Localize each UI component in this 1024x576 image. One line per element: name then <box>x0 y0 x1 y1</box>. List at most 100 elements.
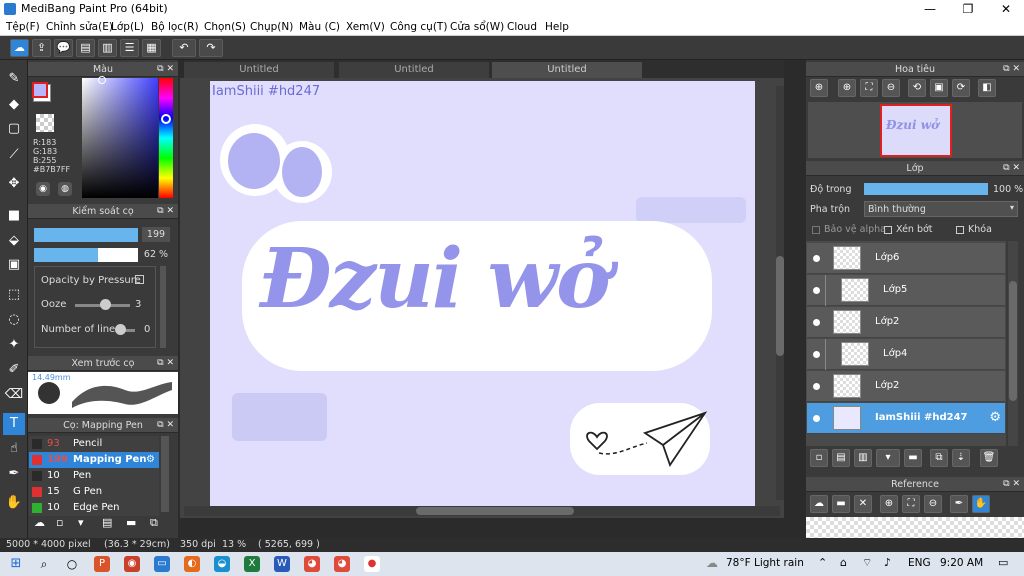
panel-controls-icon[interactable]: ⧉ ✕ <box>1003 62 1020 77</box>
layer-scroll-thumb[interactable] <box>1009 281 1017 401</box>
vertical-scrollbar[interactable] <box>776 86 784 500</box>
tab-untitled-3[interactable]: Untitled <box>492 62 642 78</box>
reference-close-icon[interactable]: ✕ <box>854 495 872 513</box>
volume-icon[interactable]: ♪ <box>884 556 891 569</box>
monitor-icon[interactable]: ▭ <box>154 556 170 572</box>
move-tool-icon[interactable]: ✥ <box>3 173 25 195</box>
brush-item[interactable]: 10 Edge Pen <box>29 500 159 516</box>
reference-zoom-in-icon[interactable]: ⊕ <box>880 495 898 513</box>
layer-row[interactable]: Lớp2 <box>807 371 1005 402</box>
brush-tool-icon[interactable]: ✎ <box>3 68 25 90</box>
reference-hand-icon[interactable]: ✋ <box>972 495 990 513</box>
network-icon[interactable]: ⌂ <box>840 556 847 569</box>
visibility-eye-icon[interactable] <box>813 255 820 262</box>
comment-icon[interactable]: ▤ <box>76 39 95 57</box>
lines-handle[interactable] <box>115 324 126 335</box>
lock-checkbox[interactable] <box>956 226 964 234</box>
upload-icon[interactable]: ⇪ <box>32 39 51 57</box>
brush-list-scrollbar[interactable] <box>161 436 169 512</box>
weather-text[interactable]: 78°F Light rain <box>726 557 804 569</box>
reference-open-icon[interactable]: ▬ <box>832 495 850 513</box>
maximize-button[interactable]: ❐ <box>950 0 986 18</box>
magic-wand-icon[interactable]: ✦ <box>3 334 25 356</box>
list-icon[interactable]: ☰ <box>120 39 139 57</box>
gradient-tool-icon[interactable]: ▣ <box>3 254 25 276</box>
language-indicator[interactable]: ENG <box>908 557 931 569</box>
zoom-in-alt-icon[interactable]: ⊕ <box>838 79 856 97</box>
layer-row[interactable]: Lớp5 <box>807 275 1005 306</box>
bucket-tool-icon[interactable]: ⬙ <box>3 230 25 252</box>
brush-options-scrollbar[interactable] <box>160 266 166 348</box>
lasso-tool-icon[interactable]: ◌ <box>3 309 25 331</box>
brush-settings-icon[interactable]: ⚙ <box>146 452 155 468</box>
flip-icon[interactable]: ◧ <box>978 79 996 97</box>
panel-controls-icon[interactable]: ⧉ ✕ <box>157 356 174 371</box>
excel-icon[interactable]: X <box>244 556 260 572</box>
protect-alpha-checkbox[interactable] <box>812 226 820 234</box>
tray-chevron-icon[interactable]: ⌃ <box>818 556 827 569</box>
foreground-color-swatch[interactable] <box>32 82 48 98</box>
brush-duplicate-icon[interactable]: ⧉ <box>150 516 158 530</box>
clock[interactable]: 9:20 AM <box>940 557 983 569</box>
eyedropper-icon[interactable]: ✒ <box>3 463 25 485</box>
hue-slider[interactable] <box>159 78 173 198</box>
app-icon[interactable]: ◉ <box>124 556 140 572</box>
select-rect-icon[interactable]: ⬚ <box>3 284 25 306</box>
minimize-button[interactable]: — <box>912 0 948 18</box>
panel-controls-icon[interactable]: ⧉ ✕ <box>1003 477 1020 492</box>
task-view-icon[interactable]: ○ <box>64 556 80 572</box>
saturation-value-picker[interactable] <box>82 78 158 198</box>
tab-untitled-1[interactable]: Untitled <box>184 62 334 78</box>
palette-icon[interactable]: ◉ <box>36 182 50 196</box>
brush-item[interactable]: 93 Pencil <box>29 436 159 452</box>
close-button[interactable]: ✕ <box>988 0 1024 18</box>
visibility-eye-icon[interactable] <box>813 319 820 326</box>
blend-mode-select[interactable]: Bình thường ▾ <box>864 201 1018 217</box>
chrome-icon[interactable]: ◕ <box>304 556 320 572</box>
vertical-scroll-thumb[interactable] <box>776 256 784 356</box>
navigator-viewport[interactable]: Đzui wở <box>880 104 952 157</box>
powerpoint-icon[interactable]: P <box>94 556 110 572</box>
visibility-eye-icon[interactable] <box>813 383 820 390</box>
undo-icon[interactable]: ↶ <box>172 39 196 57</box>
menu-view[interactable]: Xem(V) <box>346 21 385 33</box>
brush-cloud-icon[interactable]: ☁ <box>34 516 45 529</box>
clip-checkbox[interactable] <box>884 226 892 234</box>
eraser-tool-icon[interactable]: ◆ <box>3 94 25 116</box>
fit-screen-icon[interactable]: ⛶ <box>860 79 878 97</box>
new-halftone-layer-icon[interactable]: ▤ <box>832 449 850 467</box>
canvas[interactable]: IamShiii #hd247 Đzui wở <box>210 81 755 515</box>
zoom-out-icon[interactable]: ⊖ <box>882 79 900 97</box>
select-eraser-icon[interactable]: ⌫ <box>3 384 25 406</box>
chat-icon[interactable]: 💬 <box>54 39 73 57</box>
firefox-icon[interactable]: ◐ <box>184 556 200 572</box>
brush-opacity-track[interactable] <box>34 248 138 262</box>
visibility-eye-icon[interactable] <box>813 287 820 294</box>
wifi-icon[interactable]: ⌔ <box>862 556 872 570</box>
brush-add-icon[interactable]: ▾ <box>78 516 84 529</box>
color-wheel-icon[interactable]: ◍ <box>58 182 72 196</box>
brush-copy-icon[interactable]: ▤ <box>102 516 112 529</box>
brush-item[interactable]: 10 Pen <box>29 468 159 484</box>
brush-size-bar[interactable] <box>34 228 138 242</box>
new-layer-icon[interactable]: ▫ <box>810 449 828 467</box>
hue-handle[interactable] <box>161 114 171 124</box>
notifications-icon[interactable]: ▭ <box>998 556 1008 569</box>
new-8bit-layer-icon[interactable]: ▥ <box>854 449 872 467</box>
brush-size-value[interactable]: 199 <box>142 227 170 242</box>
search-icon[interactable]: ⌕ <box>36 556 52 572</box>
chrome-icon[interactable]: ◕ <box>334 556 350 572</box>
select-pen-icon[interactable]: ✐ <box>3 359 25 381</box>
edge-icon[interactable]: ◒ <box>214 556 230 572</box>
cloud-icon[interactable]: ☁ <box>10 39 29 57</box>
brush-folder-icon[interactable]: ▬ <box>126 516 136 529</box>
brush-item[interactable]: 199 Mapping Pen ⚙ <box>29 452 159 468</box>
ooze-handle[interactable] <box>100 299 111 310</box>
add-layer-menu-icon[interactable]: ▾ <box>876 449 900 467</box>
zoom-in-icon[interactable]: ⊕ <box>810 79 828 97</box>
delete-layer-icon[interactable]: 🗑 <box>980 449 998 467</box>
panel-controls-icon[interactable]: ⧉ ✕ <box>157 418 174 433</box>
line-tool-icon[interactable]: ⟋ <box>3 144 25 166</box>
panel-controls-icon[interactable]: ⧉ ✕ <box>157 204 174 219</box>
layer-row[interactable]: Lớp6 <box>807 243 1005 274</box>
